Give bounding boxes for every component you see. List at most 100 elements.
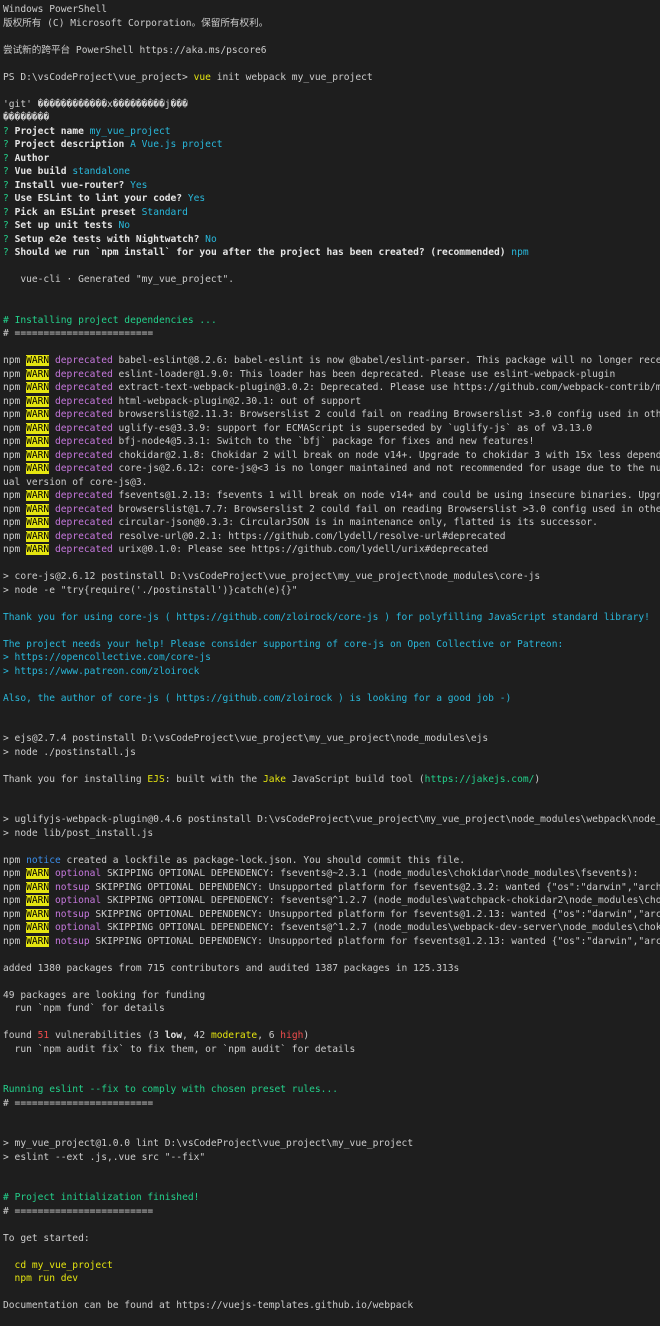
terminal-line: npm WARN deprecated bfj-node4@5.3.1: Swi… xyxy=(3,435,660,449)
terminal-text: # ======================== xyxy=(3,328,154,339)
terminal-text: ? xyxy=(3,220,15,231)
terminal-text: deprecated xyxy=(55,490,113,501)
terminal-line: found 51 vulnerabilities (3 low, 42 mode… xyxy=(3,1029,660,1043)
terminal-text: Install vue-router? xyxy=(14,179,131,191)
terminal-text: Setup e2e tests with Nightwatch? xyxy=(14,233,206,245)
terminal-text: ) xyxy=(303,1030,310,1041)
terminal-line: npm WARN optional SKIPPING OPTIONAL DEPE… xyxy=(3,894,660,908)
terminal-line: npm WARN deprecated core-js@2.6.12: core… xyxy=(3,462,660,476)
terminal-line: npm WARN deprecated babel-eslint@8.2.6: … xyxy=(3,354,660,368)
terminal-text: WARN xyxy=(26,395,50,407)
terminal-text: WARN xyxy=(26,895,50,906)
terminal-text: ? xyxy=(3,193,15,204)
terminal-text: Documentation can be found at https://vu… xyxy=(3,1300,414,1311)
terminal-text: ? xyxy=(3,139,15,150)
terminal-text: browserslist@1.7.7: Browserslist 2 could… xyxy=(112,503,660,515)
terminal-text: moderate xyxy=(210,1030,258,1041)
terminal-text: optional xyxy=(55,868,102,879)
terminal-text: browserslist@2.11.3: Browserslist 2 coul… xyxy=(112,409,660,420)
terminal-text: 尝试新的跨平台 PowerShell https://aka.ms/pscore… xyxy=(3,44,267,56)
terminal-text: WARN xyxy=(26,409,50,420)
terminal-text: > core-js@2.6.12 postinstall D:\vsCodePr… xyxy=(3,571,541,582)
terminal-text: WARN xyxy=(26,503,50,515)
terminal-text: Thank you for installing xyxy=(3,773,148,785)
terminal-text: SKIPPING OPTIONAL DEPENDENCY: Unsupporte… xyxy=(89,935,660,947)
terminal-line: > https://opencollective.com/core-js xyxy=(3,651,660,665)
terminal-text: deprecated xyxy=(55,449,113,461)
terminal-text: SKIPPING OPTIONAL DEPENDENCY: fsevents@^… xyxy=(101,895,660,906)
terminal-line: npm run dev xyxy=(3,1272,660,1286)
terminal-line: ? Setup e2e tests with Nightwatch? No xyxy=(3,233,660,247)
terminal-text: high xyxy=(280,1030,304,1041)
terminal-text: deprecated xyxy=(55,517,113,528)
terminal-text: resolve-url@0.2.1: https://github.com/ly… xyxy=(112,530,506,542)
terminal-text: npm xyxy=(3,922,27,933)
terminal-text: WARN xyxy=(26,868,50,879)
terminal-line: PS D:\vsCodeProject\vue_project> vue ini… xyxy=(3,71,660,85)
terminal-line: Thank you for installing EJS: built with… xyxy=(3,773,660,787)
terminal-text: # xyxy=(3,1192,15,1203)
terminal-text: Project description xyxy=(14,139,131,150)
terminal-text: : built with the xyxy=(164,773,263,785)
terminal-text: babel-eslint@8.2.6: babel-eslint is now … xyxy=(112,355,660,366)
terminal-text: # xyxy=(3,314,15,326)
terminal-text: deprecated xyxy=(55,436,113,447)
terminal-text: WARN xyxy=(26,908,50,920)
terminal-text: > node ./postinstall.js xyxy=(3,746,136,758)
terminal-text: uglify-es@3.3.9: support for ECMAScript … xyxy=(112,422,593,434)
terminal-text: > node lib/post_install.js xyxy=(3,827,154,839)
terminal-text: , 6 xyxy=(257,1030,281,1041)
terminal-line: npm WARN deprecated extract-text-webpack… xyxy=(3,381,660,395)
terminal-text: WARN xyxy=(26,436,50,447)
terminal-text: WARN xyxy=(26,544,50,555)
terminal-text: notice xyxy=(26,854,61,866)
terminal-text: Set up unit tests xyxy=(14,220,119,231)
terminal-text: SKIPPING OPTIONAL DEPENDENCY: fsevents@^… xyxy=(101,922,660,933)
terminal-output[interactable]: Windows PowerShell 版权所有 (C) Microsoft Cor… xyxy=(0,0,660,1326)
terminal-text: urix@0.1.0: Please see https://github.co… xyxy=(112,544,489,555)
terminal-text: deprecated xyxy=(55,395,113,407)
terminal-line: ? Project description A Vue.js project xyxy=(3,138,660,152)
terminal-text: deprecated xyxy=(55,422,113,434)
terminal-text: added 1380 packages from 715 contributor… xyxy=(3,962,460,974)
terminal-text: npm xyxy=(3,935,27,947)
terminal-line: # ======================== xyxy=(3,327,660,341)
terminal-text: 49 packages are looking for funding xyxy=(3,989,206,1001)
terminal-text: npm xyxy=(511,247,529,258)
terminal-text: chokidar@2.1.8: Chokidar 2 will break on… xyxy=(112,449,660,461)
terminal-text: WARN xyxy=(26,355,50,366)
terminal-line: ? Author xyxy=(3,152,660,166)
terminal-line: 版权所有 (C) Microsoft Corporation。保留所有权利。 xyxy=(3,17,660,31)
terminal-line: npm WARN deprecated fsevents@1.2.13: fse… xyxy=(3,489,660,503)
terminal-text: ? xyxy=(3,206,15,218)
terminal-text: WARN xyxy=(26,449,50,461)
terminal-line: npm WARN deprecated browserslist@1.7.7: … xyxy=(3,503,660,517)
terminal-text: Standard xyxy=(141,206,188,218)
terminal-text: npm xyxy=(3,382,27,393)
terminal-text: �������� xyxy=(3,112,50,123)
terminal-text: > eslint --ext .js,.vue src "--fix" xyxy=(3,1151,206,1163)
terminal-line: added 1380 packages from 715 contributor… xyxy=(3,962,660,976)
terminal-text: created a lockfile as package-lock.json.… xyxy=(60,854,466,866)
terminal-text: Vue build xyxy=(14,166,73,177)
terminal-text: Yes xyxy=(187,193,206,204)
terminal-text: circular-json@0.3.3: CircularJSON is in … xyxy=(112,517,598,528)
terminal-line: > node lib/post_install.js xyxy=(3,827,660,841)
terminal-text: npm xyxy=(3,530,27,542)
terminal-line: npm WARN deprecated urix@0.1.0: Please s… xyxy=(3,543,660,557)
terminal-line: vue-cli · Generated "my_vue_project". xyxy=(3,273,660,287)
terminal-line: 尝试新的跨平台 PowerShell https://aka.ms/pscore… xyxy=(3,44,660,58)
terminal-text: , 42 xyxy=(182,1030,211,1041)
terminal-text: standalone xyxy=(72,166,131,177)
terminal-line: ? Set up unit tests No xyxy=(3,219,660,233)
terminal-line: run `npm fund` for details xyxy=(3,1002,660,1016)
terminal-text: core-js@2.6.12: core-js@<3 is no longer … xyxy=(112,463,660,474)
terminal-text: ? xyxy=(3,247,15,258)
